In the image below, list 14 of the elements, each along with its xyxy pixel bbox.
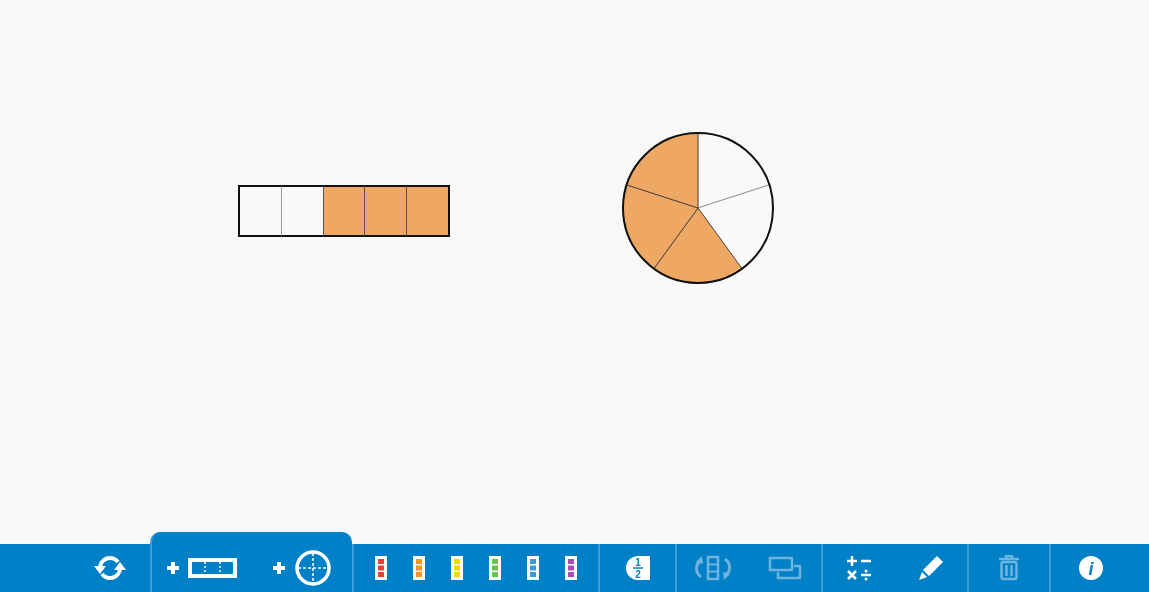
pie-slice[interactable] <box>653 207 743 284</box>
bar-piece[interactable] <box>238 185 281 237</box>
bar-piece[interactable] <box>322 185 365 237</box>
pie-slice[interactable] <box>697 184 774 270</box>
info-button[interactable]: i <box>1072 549 1110 587</box>
fraction-circle[interactable] <box>621 131 775 285</box>
fraction-label-button[interactable]: 1 2 <box>619 550 656 586</box>
bar-piece[interactable] <box>280 185 323 237</box>
bar-piece[interactable] <box>364 185 407 237</box>
active-tool-tab[interactable] <box>150 532 352 592</box>
pie-slice[interactable] <box>626 132 699 209</box>
pie-slice[interactable] <box>622 184 699 270</box>
bar-piece[interactable] <box>406 185 450 237</box>
pie-slice[interactable] <box>697 132 770 209</box>
